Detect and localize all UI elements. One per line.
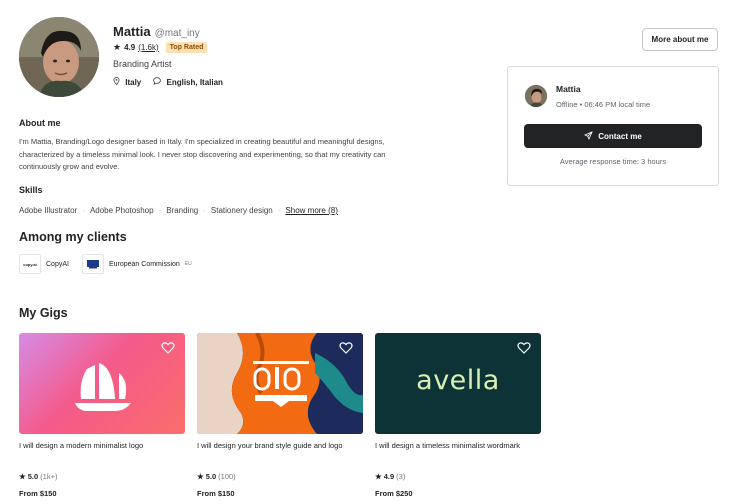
gig-title[interactable]: I will design a modern minimalist logo [19,441,185,465]
skill-item[interactable]: Branding [166,206,198,215]
skills-heading: Skills [19,185,43,195]
client-name: European Commission [108,260,180,268]
about-text: I'm Mattia, Branding/Logo designer based… [19,137,386,171]
profile-title: Branding Artist [113,59,172,69]
client-copyai[interactable]: copy.ai CopyAI [19,254,69,274]
send-icon [584,130,593,142]
gig-title[interactable]: I will design your brand style guide and… [197,441,363,465]
profile-handle: @mat_iny [154,28,200,39]
star-icon: ★ [375,472,382,481]
heart-icon[interactable] [161,341,175,355]
skill-item[interactable]: Stationery design [211,206,273,215]
separator-dot: · [277,206,281,215]
star-icon: ★ [113,42,122,52]
gig-price: From $150 [197,489,235,498]
gig-card[interactable]: I will design your brand style guide and… [197,333,363,498]
contact-card-avatar [525,85,547,107]
location: Italy [113,77,141,87]
gig-rating: ★ 4.9 (3) [375,472,541,481]
contact-me-button[interactable]: Contact me [524,124,702,148]
top-rated-badge: Top Rated [165,42,208,53]
gig-card[interactable]: I will design a modern minimalist logo ★… [19,333,185,498]
gig-rating-value: 5.0 [205,472,217,481]
contact-me-label: Contact me [598,131,642,141]
gig-rating-count: (100) [218,472,236,481]
gig-rating-value: 5.0 [27,472,39,481]
european-commission-logo [81,254,104,274]
star-icon: ★ [197,472,204,481]
separator-dot: · [82,206,85,215]
languages-text: English, Italian [166,78,223,87]
gigs-heading: My Gigs [19,306,68,320]
client-name: CopyAI [46,260,69,268]
contact-card-status: Offline • 06:46 PM local time [556,100,651,109]
skills-list: Adobe Illustrator · Adobe Photoshop · Br… [19,206,338,215]
profile-avatar[interactable] [19,17,99,97]
gig-price: From $150 [19,489,57,498]
location-text: Italy [125,78,142,87]
profile-name-text: Mattia [113,24,151,39]
gig-rating-value: 4.9 [383,472,395,481]
about-heading: About me [19,118,61,128]
gig-image[interactable] [197,333,363,434]
skill-item[interactable]: Adobe Photoshop [90,206,154,215]
separator-dot: · [203,206,206,215]
profile-meta: Italy English, Italian [113,77,223,87]
response-time: Average response time: 3 hours [559,157,667,166]
rating-count-link[interactable]: (1.6k) [138,43,158,52]
show-more-skills-link[interactable]: Show more (8) [285,206,337,215]
profile-name: Mattia @mat_iny [113,24,200,39]
gig-rating: ★ 5.0 (100) [197,472,363,481]
gig-title[interactable]: I will design a timeless minimalist word… [375,441,541,465]
skill-item[interactable]: Adobe Illustrator [19,206,77,215]
copyai-logo-text: copy.ai [23,261,37,267]
gig-rating-count: (1k+) [40,472,58,481]
profile-rating: ★ 4.9 (1.6k) Top Rated [113,42,208,53]
gig-card[interactable]: avella I will design a timeless minimali… [375,333,541,498]
location-pin-icon [113,77,122,87]
star-icon: ★ [19,472,26,481]
separator-dot: · [158,206,162,215]
clients-list: copy.ai CopyAI European Commission EU [19,254,192,274]
client-country: EU [184,261,192,267]
heart-icon[interactable] [339,341,353,355]
gig-rating-count: (3) [396,472,406,481]
copyai-logo: copy.ai [19,254,41,274]
gig-image[interactable] [19,333,185,434]
rating-value: 4.9 [124,43,136,52]
more-about-me-button[interactable]: More about me [642,28,718,51]
gig-price: From $250 [375,489,413,498]
avella-wordmark: avella [416,365,500,396]
contact-card-name: Mattia [556,84,581,94]
client-european-commission[interactable]: European Commission EU [81,254,192,274]
heart-icon[interactable] [517,341,531,355]
gig-rating: ★ 5.0 (1k+) [19,472,185,481]
chat-bubble-icon [153,77,163,87]
contact-card: Mattia Offline • 06:46 PM local time Con… [507,66,719,186]
languages: English, Italian [153,77,223,87]
gig-image[interactable]: avella [375,333,541,434]
clients-heading: Among my clients [19,230,127,244]
